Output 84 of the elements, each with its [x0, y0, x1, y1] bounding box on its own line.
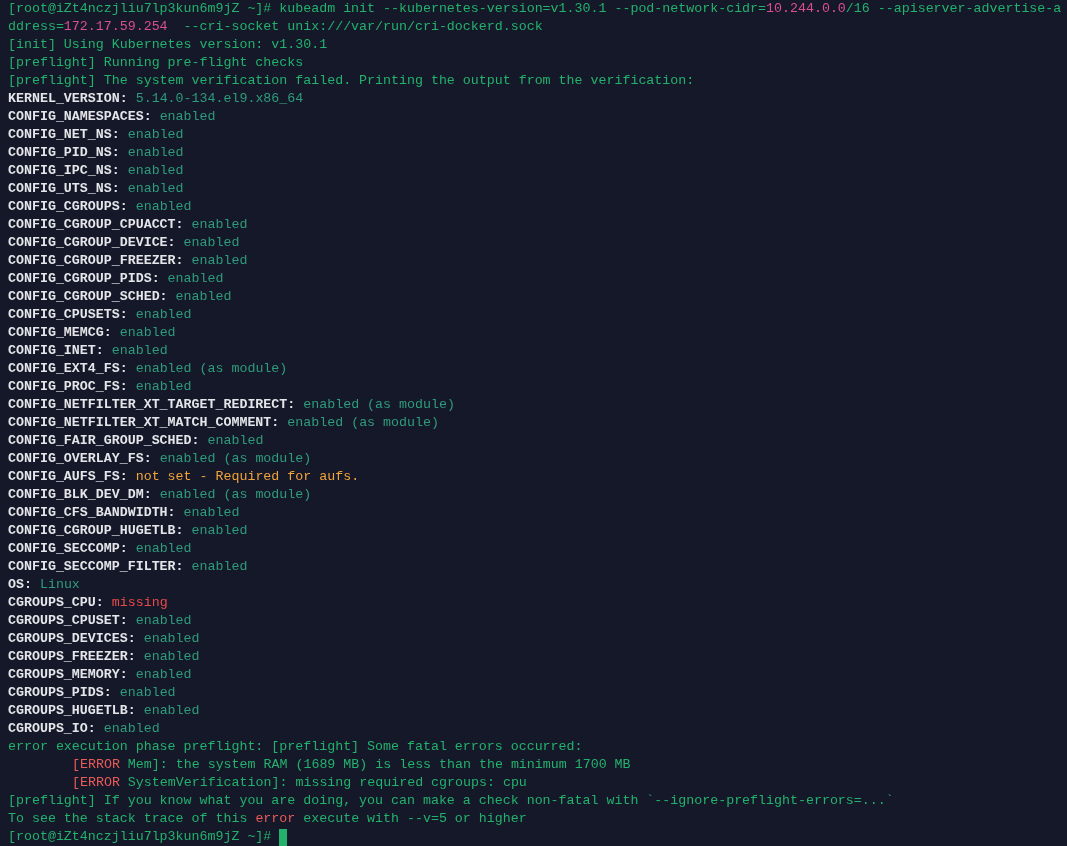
check-name: CONFIG_INET:: [8, 342, 104, 360]
check-result: enabled: [191, 216, 248, 234]
check-name: CGROUPS_IO:: [8, 720, 96, 738]
check-result: enabled: [135, 198, 192, 216]
check-result: enabled: [127, 180, 184, 198]
check-name: CONFIG_IPC_NS:: [8, 162, 120, 180]
check-result: enabled: [143, 648, 200, 666]
check-result: enabled: [183, 234, 240, 252]
check-name: CONFIG_BLK_DEV_DM:: [8, 486, 152, 504]
terminal-line: [ERROR Mem]: the system RAM (1689 MB) is less than the minimum 1700 MB: [72, 756, 631, 774]
check-result: enabled: [135, 540, 192, 558]
check-name: CONFIG_CGROUP_CPUACCT:: [8, 216, 184, 234]
check-result: enabled (as module): [303, 396, 455, 414]
shell-prompt: [root@iZt4nczjliu7lp3kun6m9jZ ~]#: [8, 828, 272, 846]
check-result: enabled (as module): [159, 450, 312, 468]
check-name: CONFIG_NETFILTER_XT_MATCH_COMMENT:: [8, 414, 280, 432]
check-result: enabled (as module): [287, 414, 439, 432]
check-name: CONFIG_CFS_BANDWIDTH:: [8, 504, 176, 522]
check-name: CONFIG_CGROUP_SCHED:: [8, 288, 168, 306]
check-name: CONFIG_PROC_FS:: [8, 378, 128, 396]
terminal-line: error execution phase preflight: [preflight] Some fatal errors occurred:: [8, 738, 583, 756]
check-result: enabled (as module): [159, 486, 312, 504]
check-result: missing: [111, 594, 168, 612]
check-result: enabled: [127, 126, 184, 144]
check-result: enabled: [135, 612, 192, 630]
check-result: enabled: [127, 144, 184, 162]
terminal-line: [preflight] The system verification failed. Printing the output from the verification:: [8, 72, 695, 90]
check-name: CGROUPS_CPUSET:: [8, 612, 128, 630]
terminal-line: [init] Using Kubernetes version: v1.30.1: [8, 36, 328, 54]
check-name: CONFIG_NAMESPACES:: [8, 108, 152, 126]
check-result: enabled: [191, 558, 248, 576]
check-result: enabled: [119, 684, 176, 702]
check-result: enabled: [143, 630, 200, 648]
check-name: CONFIG_CGROUP_FREEZER:: [8, 252, 184, 270]
check-name: CONFIG_CGROUP_HUGETLB:: [8, 522, 184, 540]
check-name: CGROUPS_MEMORY:: [8, 666, 128, 684]
check-name: CONFIG_SECCOMP_FILTER:: [8, 558, 184, 576]
check-result: enabled: [191, 252, 248, 270]
check-result: enabled: [135, 378, 192, 396]
check-result: enabled: [135, 666, 192, 684]
check-result: enabled: [135, 306, 192, 324]
check-name: CGROUPS_CPU:: [8, 594, 104, 612]
check-name: CGROUPS_HUGETLB:: [8, 702, 136, 720]
check-result: enabled: [127, 162, 184, 180]
terminal-line: [preflight] Running pre-flight checks: [8, 54, 304, 72]
check-name: CONFIG_OVERLAY_FS:: [8, 450, 152, 468]
check-name: CONFIG_AUFS_FS:: [8, 468, 128, 486]
terminal-line: ddress=172.17.59.254 --cri-socket unix:///var/run/cri-dockerd.sock: [8, 18, 543, 36]
check-name: CONFIG_NET_NS:: [8, 126, 120, 144]
check-result: enabled: [183, 504, 240, 522]
terminal-line: To see the stack trace of this error execute with --v=5 or higher: [8, 810, 527, 828]
check-name: CONFIG_UTS_NS:: [8, 180, 120, 198]
check-result: enabled: [191, 522, 248, 540]
check-name: CONFIG_FAIR_GROUP_SCHED:: [8, 432, 200, 450]
text-cursor: [279, 828, 288, 846]
check-result: Linux: [39, 576, 80, 594]
check-name: CONFIG_MEMCG:: [8, 324, 112, 342]
check-result: enabled: [167, 270, 224, 288]
terminal-line: [preflight] If you know what you are doing, you can make a check non-fatal with `--ignore-preflight-errors=...`: [8, 792, 894, 810]
check-name: CONFIG_EXT4_FS:: [8, 360, 128, 378]
check-result: enabled: [175, 288, 232, 306]
check-name: CGROUPS_DEVICES:: [8, 630, 136, 648]
check-name: OS:: [8, 576, 32, 594]
check-result: enabled: [143, 702, 200, 720]
check-result: enabled: [111, 342, 168, 360]
terminal-line: [ERROR SystemVerification]: missing required cgroups: cpu: [72, 774, 527, 792]
check-name: CGROUPS_PIDS:: [8, 684, 112, 702]
check-name: CONFIG_SECCOMP:: [8, 540, 128, 558]
check-name: CONFIG_CGROUPS:: [8, 198, 128, 216]
check-result: enabled: [159, 108, 216, 126]
check-result: enabled: [119, 324, 176, 342]
terminal-line: [root@iZt4nczjliu7lp3kun6m9jZ ~]# kubeadm init --kubernetes-version=v1.30.1 --pod-network-cidr=10.244.0.0/16 --apiserver-advertise-a: [8, 0, 1062, 18]
check-result: enabled (as module): [135, 360, 288, 378]
check-result: not set - Required for aufs.: [135, 468, 360, 486]
check-name: CONFIG_CGROUP_DEVICE:: [8, 234, 176, 252]
check-name: CONFIG_PID_NS:: [8, 144, 120, 162]
check-name: CGROUPS_FREEZER:: [8, 648, 136, 666]
check-result: enabled: [103, 720, 160, 738]
check-result: enabled: [207, 432, 264, 450]
check-name: CONFIG_NETFILTER_XT_TARGET_REDIRECT:: [8, 396, 296, 414]
check-name: KERNEL_VERSION:: [8, 90, 128, 108]
check-name: CONFIG_CGROUP_PIDS:: [8, 270, 160, 288]
check-result: 5.14.0-134.el9.x86_64: [135, 90, 304, 108]
check-name: CONFIG_CPUSETS:: [8, 306, 128, 324]
